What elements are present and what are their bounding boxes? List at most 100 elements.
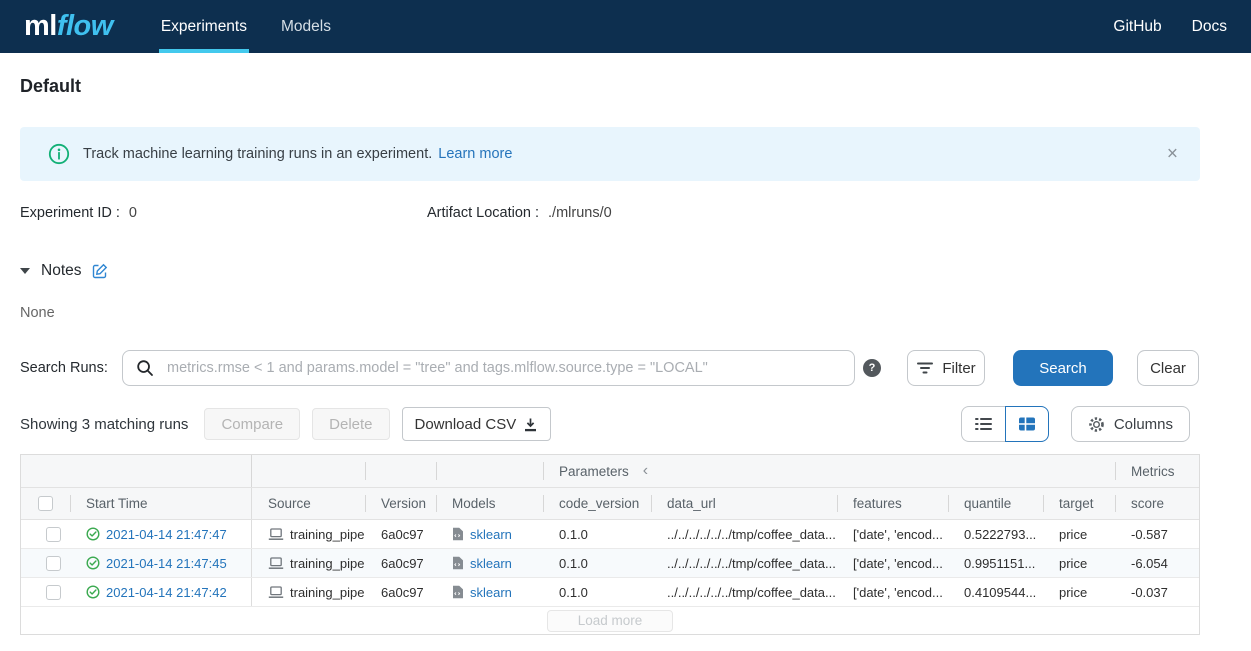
column-header-version[interactable]: Version (365, 488, 436, 519)
check-circle-icon (86, 556, 100, 570)
model-link[interactable]: sklearn (470, 585, 512, 600)
column-header-target[interactable]: target (1043, 488, 1115, 519)
version-cell: 6a0c97 (365, 520, 436, 548)
column-header-features[interactable]: features (837, 488, 948, 519)
column-header-code-version[interactable]: code_version (543, 488, 651, 519)
download-csv-button[interactable]: Download CSV (401, 407, 552, 441)
learn-more-link[interactable]: Learn more (438, 146, 512, 162)
header-checkbox-cell (21, 488, 70, 519)
quantile-cell: 0.4109544... (948, 578, 1043, 606)
column-header-data-url[interactable]: data_url (651, 488, 837, 519)
row-checkbox-cell (21, 578, 70, 606)
search-input[interactable] (122, 350, 855, 386)
column-header-models[interactable]: Models (436, 488, 543, 519)
info-banner: Track machine learning training runs in … (20, 127, 1200, 181)
top-nav: ml flow Experiments Models GitHub Docs (0, 0, 1251, 53)
start-time-cell: 2021-04-14 21:47:45 (70, 549, 252, 577)
models-cell: sklearn (436, 578, 543, 606)
notes-label[interactable]: Notes (41, 262, 82, 280)
model-link[interactable]: sklearn (470, 527, 512, 542)
models-cell: sklearn (436, 520, 543, 548)
source-cell: training_pipeline (252, 520, 365, 548)
github-link[interactable]: GitHub (1113, 18, 1161, 36)
parameters-group-label: Parameters (559, 463, 629, 479)
features-value: ['date', 'encod... (853, 526, 943, 542)
download-csv-label: Download CSV (414, 415, 517, 433)
laptop-icon (268, 586, 284, 598)
collapse-parameters-icon[interactable]: ‹ (643, 463, 648, 479)
column-header-source[interactable]: Source (252, 488, 365, 519)
run-link[interactable]: 2021-04-14 21:47:42 (106, 585, 227, 600)
compare-button[interactable]: Compare (204, 408, 301, 440)
list-view-button[interactable] (960, 406, 1005, 442)
target-cell: price (1043, 520, 1115, 548)
filter-button[interactable]: Filter (907, 350, 985, 386)
code-version-cell: 0.1.0 (543, 520, 651, 548)
table-group-header-row: Parameters ‹ Metrics (21, 455, 1199, 488)
table-row: 2021-04-14 21:47:42 training_pipeline 6a… (21, 578, 1199, 607)
load-more-button[interactable]: Load more (546, 609, 674, 632)
source-value: training_pipeline (290, 555, 365, 571)
select-all-checkbox[interactable] (38, 496, 53, 511)
target-value: price (1059, 584, 1088, 600)
close-icon[interactable]: × (1167, 145, 1178, 164)
features-cell: ['date', 'encod... (837, 578, 948, 606)
group-header-empty (21, 455, 252, 487)
tab-experiments[interactable]: Experiments (158, 0, 250, 53)
version-value: 6a0c97 (381, 526, 424, 542)
version-cell: 6a0c97 (365, 578, 436, 606)
filter-icon (916, 361, 934, 375)
filter-button-label: Filter (942, 359, 976, 377)
list-view-icon (974, 416, 993, 432)
score-cell: -0.037 (1115, 578, 1199, 606)
docs-link[interactable]: Docs (1192, 18, 1227, 36)
column-header-start-time[interactable]: Start Time (70, 488, 252, 519)
clear-button[interactable]: Clear (1137, 350, 1199, 386)
row-checkbox-cell (21, 549, 70, 577)
data-url-cell: ../../../../../../tmp/coffee_data... (651, 520, 837, 548)
source-value: training_pipeline (290, 526, 365, 542)
search-input-wrap (122, 350, 855, 386)
features-cell: ['date', 'encod... (837, 520, 948, 548)
group-header-source (252, 455, 365, 487)
runs-table: Parameters ‹ Metrics Start Time Source V… (20, 454, 1200, 635)
column-header-score[interactable]: score (1115, 488, 1199, 519)
caret-down-icon[interactable] (20, 268, 30, 274)
quantile-value: 0.9951151... (964, 555, 1036, 571)
target-cell: price (1043, 578, 1115, 606)
delete-button[interactable]: Delete (312, 408, 390, 440)
data-url-value: ../../../../../../tmp/coffee_data... (667, 526, 836, 542)
run-link[interactable]: 2021-04-14 21:47:45 (106, 556, 227, 571)
table-view-button[interactable] (1004, 406, 1049, 442)
columns-button[interactable]: Columns (1070, 406, 1190, 442)
score-cell: -0.587 (1115, 520, 1199, 548)
help-icon[interactable]: ? (863, 359, 881, 377)
matching-runs-count: Showing 3 matching runs (20, 415, 189, 433)
tab-models[interactable]: Models (279, 0, 333, 53)
column-header-quantile[interactable]: quantile (948, 488, 1043, 519)
edit-icon[interactable] (92, 263, 108, 279)
experiment-meta: Experiment ID : 0 Artifact Location : ./ml… (0, 205, 1251, 223)
model-file-icon (453, 556, 463, 570)
code-version-value: 0.1.0 (559, 584, 588, 600)
row-checkbox[interactable] (46, 584, 61, 600)
target-value: price (1059, 555, 1088, 571)
data-url-cell: ../../../../../../tmp/coffee_data... (651, 578, 837, 606)
model-link[interactable]: sklearn (470, 556, 512, 571)
logo-text-ml: ml (24, 10, 57, 42)
artifact-location: Artifact Location : ./mlruns/0 (427, 205, 612, 221)
runs-toolbar: Showing 3 matching runs Compare Delete D… (0, 406, 1251, 442)
start-time-cell: 2021-04-14 21:47:47 (70, 520, 252, 548)
banner-text: Track machine learning training runs in … (83, 146, 433, 162)
group-header-metrics: Metrics (1115, 455, 1199, 487)
laptop-icon (268, 528, 284, 540)
run-link[interactable]: 2021-04-14 21:47:47 (106, 527, 227, 542)
row-checkbox[interactable] (46, 526, 61, 542)
data-url-value: ../../../../../../tmp/coffee_data... (667, 584, 836, 600)
source-cell: training_pipeline (252, 549, 365, 577)
model-file-icon (453, 585, 463, 599)
search-button[interactable]: Search (1013, 350, 1113, 386)
quantile-cell: 0.5222793... (948, 520, 1043, 548)
row-checkbox[interactable] (46, 555, 61, 571)
score-value: -0.037 (1131, 584, 1168, 600)
